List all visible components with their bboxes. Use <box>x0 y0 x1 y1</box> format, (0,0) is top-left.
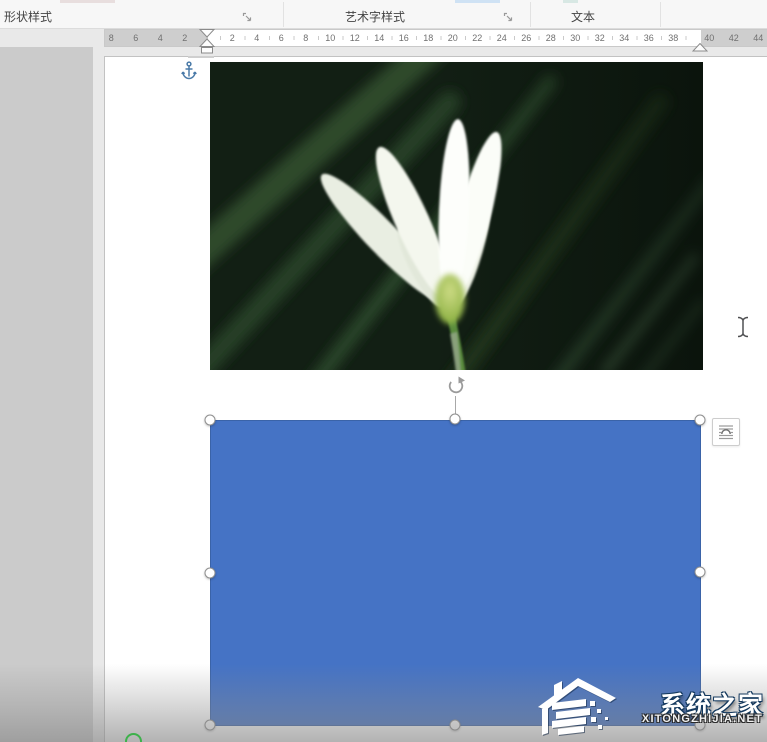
resize-handle-bottom-center[interactable] <box>450 720 461 731</box>
ruler-number: 18 <box>416 30 441 46</box>
group-divider <box>530 2 531 27</box>
resize-handle-middle-right[interactable] <box>695 567 706 578</box>
ruler-number: 2 <box>173 30 198 46</box>
ruler-number: 2 <box>220 30 245 46</box>
ruler-number: 24 <box>490 30 515 46</box>
rotate-handle-stem <box>455 396 456 414</box>
ruler-number: 34 <box>612 30 637 46</box>
group-label-wordart-styles: 艺术字样式 <box>345 8 405 25</box>
ruler-number: 4 <box>245 30 270 46</box>
ruler-number: 10 <box>318 30 343 46</box>
ruler-number: 8 <box>294 30 319 46</box>
layout-options-wrap-icon <box>717 423 735 441</box>
ruler-number: 42 <box>722 30 747 46</box>
ruler-number: 32 <box>588 30 613 46</box>
ruler-number: 14 <box>367 30 392 46</box>
ruler-number: 22 <box>465 30 490 46</box>
resize-handle-top-right[interactable] <box>695 415 706 426</box>
ruler-number: 16 <box>392 30 417 46</box>
ruler-number: 4 <box>148 30 173 46</box>
ruler-number: 26 <box>514 30 539 46</box>
ribbon-fragment <box>455 0 500 3</box>
dialog-launcher-icon[interactable] <box>503 10 514 21</box>
ruler-left-numbers: 8642 <box>99 30 197 46</box>
indent-markers[interactable] <box>199 29 215 59</box>
ribbon-group-bar: 形状样式 艺术字样式 文本 <box>0 0 767 29</box>
ruler-number: 28 <box>539 30 564 46</box>
ruler-number: 6 <box>269 30 294 46</box>
right-indent-marker[interactable] <box>692 39 708 57</box>
left-panel <box>0 47 93 742</box>
app-window: 形状样式 艺术字样式 文本 8642 246810121416182022242… <box>0 0 767 742</box>
ribbon-fragment <box>563 0 578 3</box>
ruler-number: 20 <box>441 30 466 46</box>
ruler-number: 44 <box>746 30 767 46</box>
flower-throat <box>435 274 465 324</box>
ruler-number: 30 <box>563 30 588 46</box>
margin-mark <box>188 56 214 58</box>
resize-handle-top-center[interactable] <box>450 414 461 425</box>
ruler-number: 6 <box>124 30 149 46</box>
resize-handle-top-left[interactable] <box>205 415 216 426</box>
text-ibeam-cursor <box>736 316 750 338</box>
ruler-number: 8 <box>99 30 124 46</box>
selected-rectangle-shape[interactable] <box>210 420 701 726</box>
resize-handle-bottom-right[interactable] <box>695 720 706 731</box>
resize-handle-bottom-left[interactable] <box>205 720 216 731</box>
object-anchor-icon <box>181 61 197 80</box>
group-label-text: 文本 <box>571 8 595 25</box>
resize-handle-middle-left[interactable] <box>205 568 216 579</box>
hanging-indent-marker <box>200 39 214 47</box>
left-indent-marker <box>202 48 213 54</box>
ribbon-fragment <box>60 0 115 3</box>
rotate-handle-icon[interactable] <box>446 376 466 396</box>
group-divider <box>283 2 284 27</box>
group-label-shape-styles: 形状样式 <box>4 8 52 25</box>
layout-options-button[interactable] <box>712 418 740 446</box>
first-line-indent-marker <box>200 30 214 38</box>
dialog-launcher-icon[interactable] <box>242 10 253 21</box>
document-picture-flower[interactable] <box>210 62 703 370</box>
ruler-number: 36 <box>637 30 662 46</box>
ruler-number: 12 <box>343 30 368 46</box>
group-divider <box>660 2 661 27</box>
ruler-number: 38 <box>661 30 686 46</box>
ruler-body-numbers: 2468101214161820222426283032343638 <box>220 30 686 46</box>
